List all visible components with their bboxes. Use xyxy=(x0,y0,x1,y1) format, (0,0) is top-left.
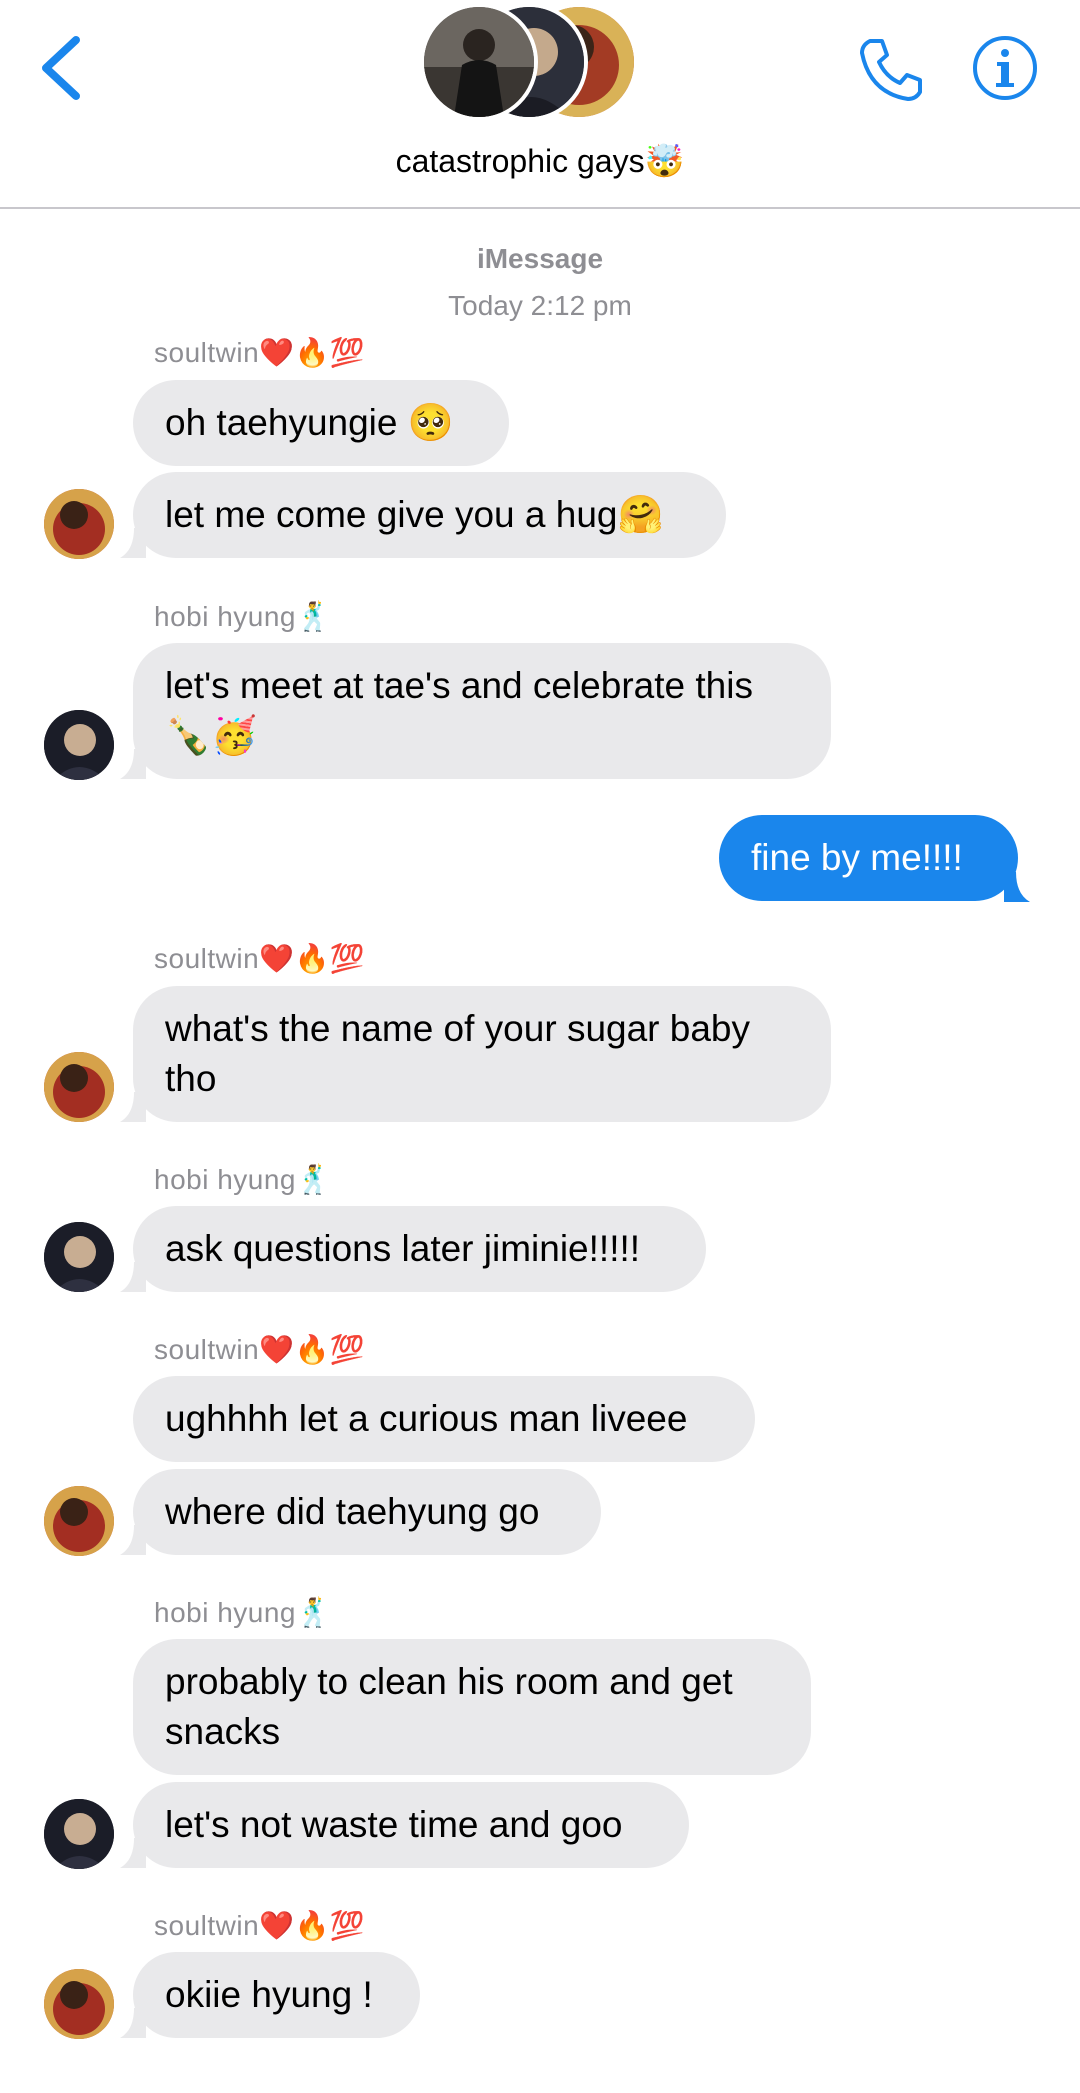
bubble-tail xyxy=(120,749,146,779)
sender-name: soultwin❤️🔥💯 xyxy=(154,943,366,974)
message-text: fine by me!!!! xyxy=(751,837,963,878)
sender-name: soultwin❤️🔥💯 xyxy=(154,337,366,368)
message-bubble[interactable]: ughhhh let a curious man liveee xyxy=(133,1376,755,1462)
avatar-soultwin[interactable] xyxy=(44,1969,114,2039)
message-bubble[interactable]: let's not waste time and goo xyxy=(133,1782,689,1868)
bubble-tail xyxy=(120,1262,146,1292)
sender-name: hobi hyung🕺 xyxy=(154,1164,332,1195)
message-text: ughhhh let a curious man liveee xyxy=(165,1398,688,1439)
avatar-hobi[interactable] xyxy=(44,710,114,780)
message-bubble[interactable]: where did taehyung go xyxy=(133,1469,601,1555)
sender-name: hobi hyung🕺 xyxy=(154,1597,332,1628)
avatar-soultwin[interactable] xyxy=(44,1052,114,1122)
message-text: probably to clean his room and get snack… xyxy=(165,1661,733,1752)
message-bubble[interactable]: ask questions later jiminie!!!!! xyxy=(133,1206,706,1292)
message-text: ask questions later jiminie!!!!! xyxy=(165,1228,641,1269)
sender-name: soultwin❤️🔥💯 xyxy=(154,1334,366,1365)
info-icon xyxy=(973,36,1037,100)
message-bubble[interactable]: let me come give you a hug🤗 xyxy=(133,472,726,558)
message-bubble[interactable]: what's the name of your sugar baby tho xyxy=(133,986,831,1122)
message-bubble[interactable]: oh taehyungie 🥺 xyxy=(133,380,509,466)
phone-icon xyxy=(860,39,922,101)
bubble-tail xyxy=(120,1092,146,1122)
message-text: let's meet at tae's and celebrate this 🍾… xyxy=(165,665,753,756)
sender-name: soultwin❤️🔥💯 xyxy=(154,1910,366,1941)
group-avatar xyxy=(420,3,538,121)
avatar-hobi[interactable] xyxy=(44,1222,114,1292)
message-text: let's not waste time and goo xyxy=(165,1804,623,1845)
call-button[interactable] xyxy=(856,35,926,105)
message-text: okiie hyung ! xyxy=(165,1974,373,2015)
avatar-soultwin[interactable] xyxy=(44,1486,114,1556)
navigation-bar: catastrophic gays🤯 xyxy=(0,0,1080,209)
bubble-tail xyxy=(120,528,146,558)
chevron-left-icon xyxy=(42,36,80,100)
message-text: where did taehyung go xyxy=(165,1491,540,1532)
bubble-tail xyxy=(120,1525,146,1555)
group-avatars[interactable] xyxy=(420,0,660,125)
message-bubble[interactable]: probably to clean his room and get snack… xyxy=(133,1639,811,1775)
message-bubble[interactable]: let's meet at tae's and celebrate this 🍾… xyxy=(133,643,831,779)
service-label: iMessage xyxy=(476,243,604,274)
bubble-tail xyxy=(120,2008,146,2038)
message-bubble-outgoing[interactable]: fine by me!!!! xyxy=(719,815,1018,901)
message-text: what's the name of your sugar baby tho xyxy=(165,1008,751,1099)
timestamp: Today 2:12 pm xyxy=(448,290,632,321)
message-bubble[interactable]: okiie hyung ! xyxy=(133,1952,420,2038)
bubble-tail xyxy=(1004,872,1030,902)
avatar-hobi[interactable] xyxy=(44,1799,114,1869)
sender-name: hobi hyung🕺 xyxy=(154,601,332,632)
chat-title[interactable]: catastrophic gays🤯 xyxy=(0,142,1080,180)
bubble-tail xyxy=(120,1838,146,1868)
message-text: let me come give you a hug🤗 xyxy=(165,494,664,535)
message-text: oh taehyungie 🥺 xyxy=(165,402,454,443)
avatar-soultwin[interactable] xyxy=(44,489,114,559)
back-button[interactable] xyxy=(36,30,96,110)
info-button[interactable] xyxy=(970,33,1040,103)
